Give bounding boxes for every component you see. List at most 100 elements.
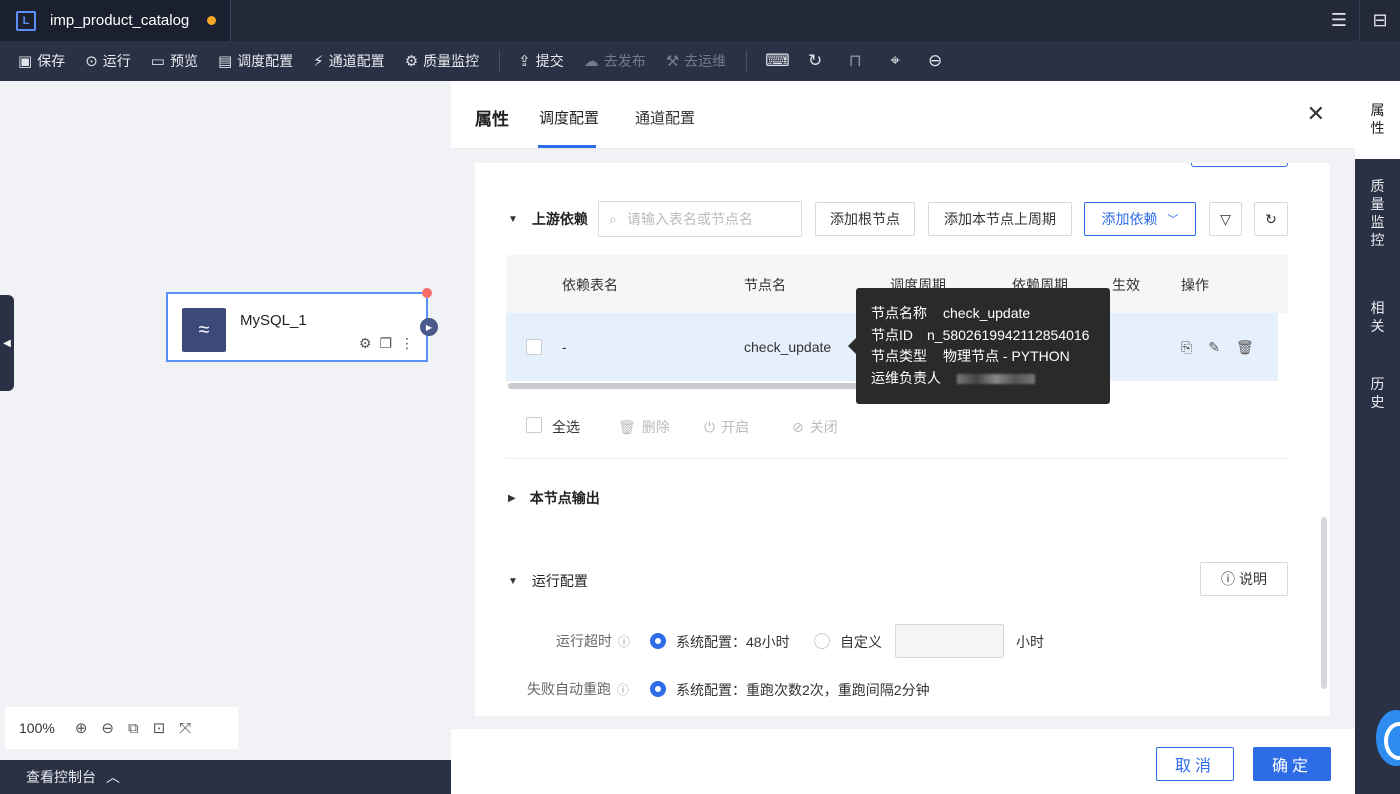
help-button[interactable]: ⓘ 说明 bbox=[1200, 562, 1288, 596]
copy-icon[interactable]: ❐ bbox=[379, 335, 392, 352]
trash-icon: 🗑 bbox=[618, 418, 636, 435]
confirm-button[interactable]: 确定 bbox=[1253, 747, 1331, 781]
fullscreen-icon[interactable]: ⤧ bbox=[179, 720, 191, 737]
refresh-button[interactable]: ↻ bbox=[1254, 202, 1288, 236]
lock-icon[interactable]: ⊓ bbox=[845, 51, 865, 71]
info-icon[interactable]: ⓘ bbox=[617, 683, 629, 697]
zoom-out-icon[interactable]: ⊖ bbox=[101, 719, 114, 737]
panel-scrollbar[interactable] bbox=[1321, 517, 1327, 689]
row-checkbox[interactable] bbox=[526, 339, 542, 355]
power-icon: ⏻ bbox=[704, 418, 716, 435]
timeout-label-text: 运行超时 bbox=[556, 633, 612, 649]
sidebar-item-props[interactable]: 属 性 bbox=[1355, 81, 1400, 159]
zoom-in-icon[interactable]: ⊕ bbox=[75, 719, 88, 737]
run-button[interactable]: ⊙ 运行 bbox=[85, 51, 131, 71]
more-vertical-icon[interactable]: ⋮ bbox=[400, 335, 414, 352]
row-node-name[interactable]: check_update bbox=[744, 339, 831, 355]
quality-monitor-button[interactable]: ⚙ 质量监控 bbox=[405, 51, 479, 71]
output-section-header[interactable]: ▶ 本节点输出 bbox=[508, 488, 600, 508]
sidebar-item-related[interactable]: 相 关 bbox=[1355, 299, 1400, 335]
run-config-section-header[interactable]: ▼ 运行配置 bbox=[508, 571, 588, 591]
tooltip-arrow bbox=[848, 338, 856, 354]
bulk-disable-button[interactable]: ⊘ 关闭 bbox=[792, 417, 838, 437]
chevron-up-icon: ︿ bbox=[106, 769, 120, 785]
more-icon[interactable]: ⊖ bbox=[925, 51, 945, 71]
save-button[interactable]: ▣ 保存 bbox=[18, 51, 65, 71]
tooltip-owner-label: 运维负责人 bbox=[871, 369, 941, 386]
col-effective: 生效 bbox=[1112, 277, 1140, 293]
add-root-button[interactable]: 添加根节点 bbox=[815, 202, 915, 236]
console-label: 查看控制台 bbox=[26, 769, 96, 785]
file-tab-title: imp_product_catalog bbox=[50, 12, 190, 29]
run-config-title: 运行配置 bbox=[531, 573, 588, 589]
chevron-down-icon: ﹀ bbox=[1167, 214, 1179, 226]
close-icon[interactable]: ✕ bbox=[1307, 101, 1325, 127]
filter-button[interactable]: ▽ bbox=[1209, 202, 1242, 236]
add-dependency-label: 添加依赖 bbox=[1101, 211, 1158, 227]
dag-canvas[interactable] bbox=[0, 81, 451, 760]
node-name: MySQL_1 bbox=[240, 312, 307, 329]
caret-right-icon: ▶ bbox=[508, 492, 516, 504]
partial-button[interactable] bbox=[1191, 163, 1288, 167]
edit-icon[interactable]: ✎ bbox=[1208, 339, 1220, 356]
collapse-left-handle[interactable]: ◀ bbox=[0, 295, 14, 391]
refresh-icon: ↻ bbox=[1265, 210, 1277, 227]
info-icon[interactable]: ⓘ bbox=[618, 635, 630, 649]
terminal-icon[interactable]: ⌨ bbox=[765, 51, 790, 71]
wrench-icon: ⚒ bbox=[665, 53, 680, 70]
tab-channel[interactable]: 通道配置 bbox=[635, 107, 695, 128]
upstream-section-header[interactable]: ▼ 上游依赖 bbox=[508, 209, 588, 229]
minimap-icon[interactable]: ⊡ bbox=[153, 719, 166, 737]
rerun-label-text: 失败自动重跑 bbox=[527, 681, 611, 697]
select-all-label[interactable]: 全选 bbox=[552, 417, 580, 437]
mysql-icon: ≈ bbox=[182, 308, 226, 352]
location-icon[interactable]: ⌖ bbox=[885, 51, 905, 71]
submit-button[interactable]: ⇪ 提交 bbox=[518, 51, 564, 71]
tooltip-type-value: 物理节点 - PYTHON bbox=[943, 348, 1070, 364]
zoom-bar: 100% ⊕ ⊖ ⧉ ⊡ ⤧ bbox=[5, 707, 238, 749]
timeout-custom-radio[interactable] bbox=[814, 633, 830, 649]
schedule-config-button[interactable]: ▤ 调度配置 bbox=[218, 51, 293, 71]
channel-config-button[interactable]: ⚡ 通道配置 bbox=[313, 51, 385, 71]
timeout-system-radio[interactable] bbox=[650, 633, 666, 649]
tooltip-name-row: 节点名称 check_update bbox=[871, 303, 1110, 325]
ops-label: 去运维 bbox=[684, 53, 727, 69]
lightning-icon: ⚡ bbox=[313, 53, 324, 70]
monitor-icon: ⚙ bbox=[404, 53, 419, 70]
caret-down-icon: ▼ bbox=[508, 213, 518, 225]
timeout-hours-input[interactable] bbox=[895, 624, 1004, 658]
upstream-search-input[interactable]: ⌕ 请输入表名或节点名 bbox=[598, 201, 802, 237]
add-dependency-button[interactable]: 添加依赖 ﹀ bbox=[1084, 202, 1196, 236]
preview-button[interactable]: ▭ 预览 bbox=[151, 51, 198, 71]
bulk-delete-button[interactable]: 🗑 删除 bbox=[618, 417, 670, 437]
dag-node[interactable]: ≈ MySQL_1 ⚙ ❐ ⋮ ▶ bbox=[166, 288, 438, 362]
select-all-checkbox[interactable] bbox=[526, 417, 542, 433]
cancel-button[interactable]: 取消 bbox=[1156, 747, 1234, 781]
menu-icon[interactable]: ☰ bbox=[1319, 10, 1359, 31]
view-icon[interactable]: ⎘ bbox=[1181, 339, 1192, 356]
col-ops: 操作 bbox=[1181, 277, 1209, 293]
output-port-icon[interactable]: ▶ bbox=[420, 318, 438, 336]
node-tooltip: 节点名称 check_update 节点ID n_58026199421128540… bbox=[848, 288, 1110, 404]
delete-icon[interactable]: 🗑 bbox=[1236, 339, 1254, 356]
publish-button[interactable]: ☁ 去发布 bbox=[584, 51, 646, 71]
gear-icon[interactable]: ⚙ bbox=[359, 335, 372, 352]
sidebar-item-quality[interactable]: 质 量 监 控 bbox=[1355, 177, 1400, 249]
right-sidebar: 属 性 质 量 监 控 相 关 历 史 bbox=[1355, 81, 1400, 794]
ops-button[interactable]: ⚒ 去运维 bbox=[666, 51, 726, 71]
bulk-enable-button[interactable]: ⏻ 开启 bbox=[704, 417, 749, 437]
search-icon: ⌕ bbox=[609, 210, 617, 227]
console-toggle[interactable]: 查看控制台 ︿ bbox=[0, 760, 451, 794]
fit-icon[interactable]: ⧉ bbox=[128, 720, 139, 737]
rerun-system-radio[interactable] bbox=[650, 681, 666, 697]
tab-schedule[interactable]: 调度配置 bbox=[539, 107, 599, 128]
table-scrollbar[interactable] bbox=[508, 383, 858, 389]
play-icon: ⊙ bbox=[85, 53, 98, 70]
output-title: 本节点输出 bbox=[529, 490, 600, 506]
refresh-icon[interactable]: ↻ bbox=[805, 51, 825, 71]
sidebar-item-history[interactable]: 历 史 bbox=[1355, 375, 1400, 411]
add-prev-cycle-button[interactable]: 添加本节点上周期 bbox=[928, 202, 1072, 236]
file-tab[interactable]: L imp_product_catalog bbox=[0, 0, 231, 41]
layout-icon[interactable]: ⊟ bbox=[1360, 10, 1400, 31]
panel-title: 属性 bbox=[475, 110, 509, 129]
